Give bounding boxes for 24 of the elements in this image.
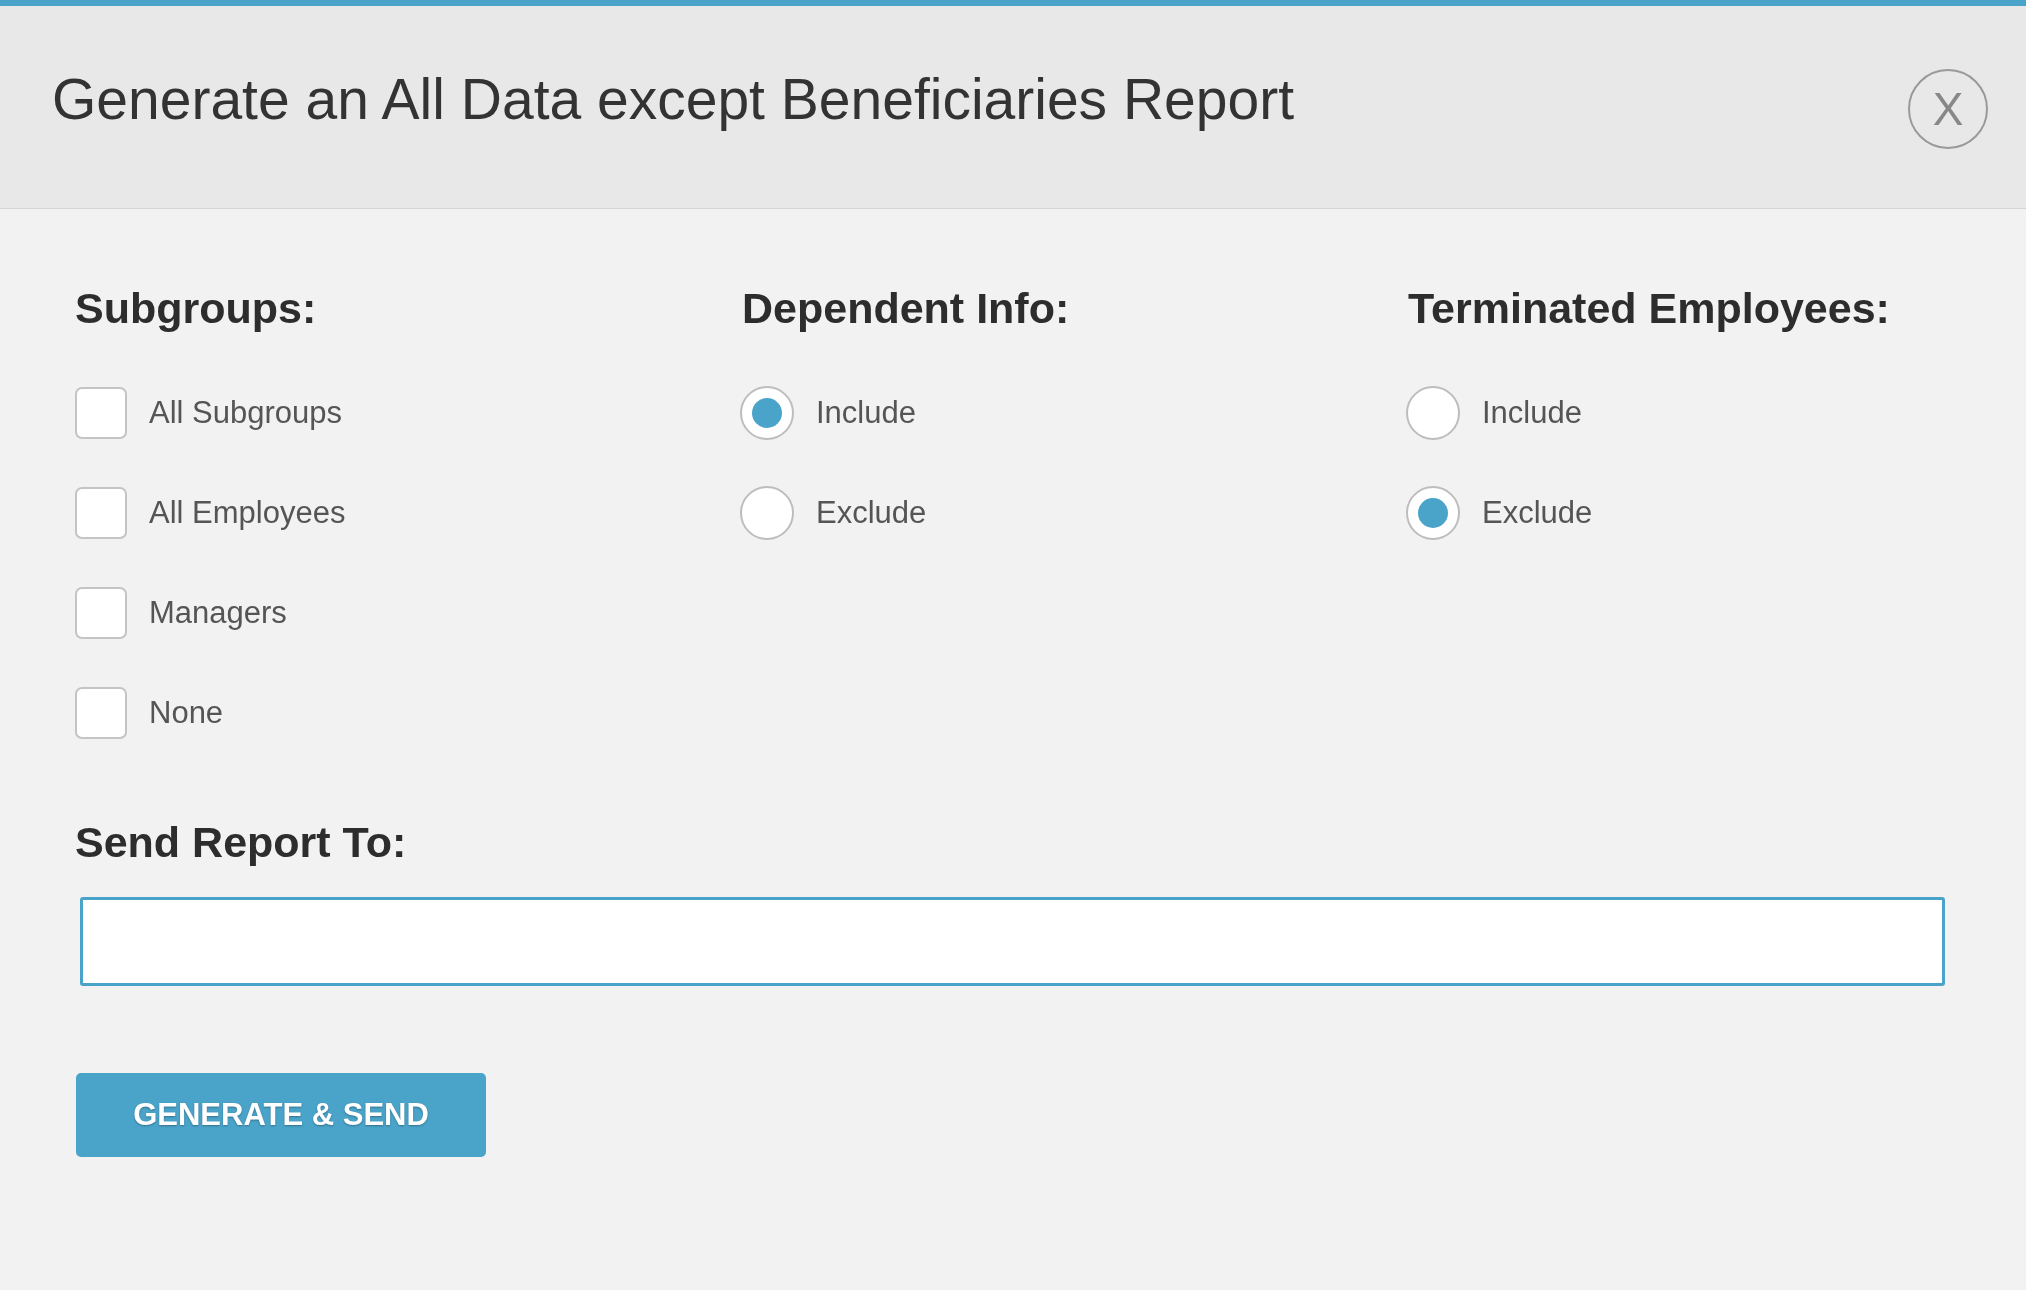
option-label: Exclude: [1482, 495, 1593, 531]
generate-send-button[interactable]: GENERATE & SEND: [76, 1073, 486, 1157]
email-input-field[interactable]: [80, 897, 1945, 986]
option-label: All Employees: [149, 495, 346, 531]
field-label: Send Report To:: [75, 818, 408, 867]
radio-button[interactable]: [740, 386, 794, 440]
close-button[interactable]: X: [1908, 69, 1988, 149]
dialog-title: Generate an All Data except Beneficiaries Report: [52, 66, 1295, 132]
option-label: Managers: [149, 595, 287, 631]
option-label: None: [149, 695, 224, 731]
radio-button[interactable]: [1406, 486, 1460, 540]
radio-button[interactable]: [740, 486, 794, 540]
option-label: All Subgroups: [149, 395, 342, 431]
radio-button[interactable]: [1406, 386, 1460, 440]
option-label: Include: [1482, 395, 1582, 431]
checkbox[interactable]: [75, 387, 127, 439]
checkbox[interactable]: [75, 587, 127, 639]
checkbox[interactable]: [75, 487, 127, 539]
section-heading: Dependent Info:: [742, 284, 1071, 333]
checkbox[interactable]: [75, 687, 127, 739]
option-label: Exclude: [816, 495, 927, 531]
section-heading: Terminated Employees:: [1408, 284, 1891, 333]
section-heading: Subgroups:: [75, 284, 318, 333]
option-label: Include: [816, 395, 916, 431]
